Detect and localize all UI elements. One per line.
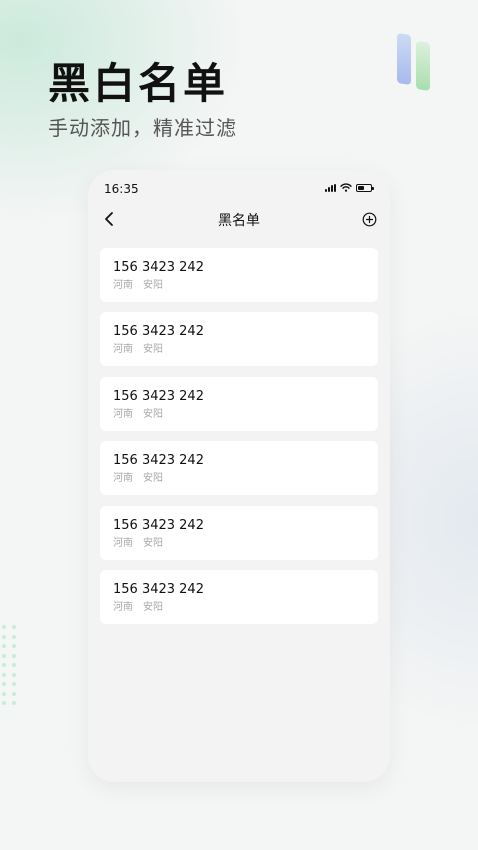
wifi-icon	[340, 183, 352, 192]
decorative-dot	[12, 653, 16, 658]
promo-subtitle: 手动添加，精准过滤	[48, 116, 237, 140]
add-number-button[interactable]	[358, 208, 380, 230]
list-item[interactable]: 156 3423 242 河南 安阳	[100, 312, 378, 367]
decorative-dot	[2, 644, 6, 648]
status-bar: 16:35	[88, 170, 390, 206]
status-time: 16:35	[104, 182, 139, 196]
number-location: 河南 安阳	[113, 602, 365, 614]
location-province: 河南	[113, 601, 133, 613]
decorative-dot	[12, 701, 16, 705]
decorative-dot	[2, 682, 6, 686]
decorative-dot	[12, 682, 16, 686]
location-city: 安阳	[143, 408, 163, 420]
number-location: 河南 安阳	[113, 409, 365, 421]
phone-number: 156 3423 242	[113, 260, 204, 275]
location-province: 河南	[113, 473, 133, 485]
promo-title: 黑白名单	[48, 59, 229, 108]
number-location: 河南 安阳	[113, 538, 365, 550]
decorative-dot	[12, 663, 16, 667]
location-city: 安阳	[143, 537, 163, 549]
decorative-dot	[2, 691, 6, 696]
plus-circle-icon	[362, 212, 376, 226]
number-location: 河南 安阳	[113, 344, 365, 356]
location-city: 安阳	[143, 473, 163, 485]
decorative-dot	[12, 691, 16, 696]
decorative-bar-green	[416, 41, 430, 91]
list-item[interactable]: 156 3423 242 河南 安阳	[100, 505, 378, 560]
blacklist-list: 156 3423 242 河南 安阳 156 3423 242 河南 安阳 156 3423…	[100, 248, 378, 634]
phone-number: 156 3423 242	[113, 453, 204, 469]
number-location: 河南 安阳	[113, 280, 365, 292]
decorative-dot	[2, 625, 6, 629]
decorative-dot	[2, 663, 6, 667]
list-item[interactable]: 156 3423 242 河南 安阳	[100, 376, 378, 431]
location-province: 河南	[113, 344, 133, 356]
status-icons	[325, 183, 374, 192]
decorative-dot	[2, 701, 6, 705]
battery-icon	[356, 184, 374, 192]
decorative-dot	[2, 653, 6, 658]
phone-number: 156 3423 242	[113, 581, 204, 597]
decorative-dot	[12, 634, 16, 639]
decorative-dots	[2, 625, 22, 707]
phone-number: 156 3423 242	[113, 388, 204, 404]
location-province: 河南	[113, 537, 133, 549]
location-city: 安阳	[143, 344, 163, 356]
decorative-bar-blue	[397, 33, 411, 85]
location-province: 河南	[113, 408, 133, 420]
decorative-dot	[2, 634, 6, 639]
decorative-dot	[12, 625, 16, 629]
phone-number: 156 3423 242	[113, 324, 204, 340]
page-title: 黑名单	[218, 213, 260, 229]
decorative-dot	[2, 672, 6, 677]
nav-bar: 黑名单	[88, 206, 390, 236]
signal-icon	[325, 184, 336, 192]
phone-mockup: 16:35 黑名单 156 3423 242 河南 安阳 156 3423 24…	[88, 170, 390, 782]
number-location: 河南 安阳	[113, 473, 365, 485]
list-item[interactable]: 156 3423 242 河南 安阳	[100, 569, 378, 624]
decorative-bars-icon	[394, 30, 440, 96]
phone-number: 156 3423 242	[113, 517, 204, 533]
decorative-dot	[12, 672, 16, 677]
decorative-dot	[12, 644, 16, 648]
list-item[interactable]: 156 3423 242 河南 安阳	[100, 248, 378, 302]
list-item[interactable]: 156 3423 242 河南 安阳	[100, 441, 378, 496]
location-city: 安阳	[143, 280, 163, 291]
location-city: 安阳	[143, 601, 163, 613]
location-province: 河南	[113, 280, 133, 291]
